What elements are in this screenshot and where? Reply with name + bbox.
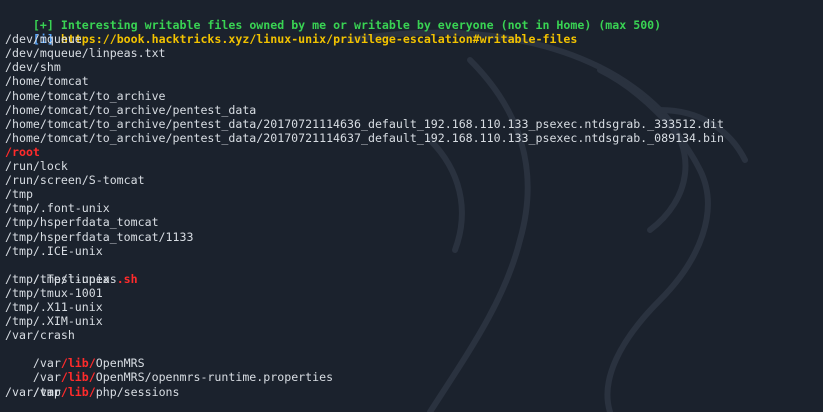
path-line: /run/screen/S-tomcat [5, 173, 145, 188]
path-line: /tmp/linpeas.sh [5, 258, 823, 286]
path-line: /dev/shm [5, 60, 61, 75]
path-line: /var/crash [5, 328, 75, 343]
path-line: /var/lib/php/sessions [5, 370, 823, 399]
path-line: /tmp [5, 187, 33, 202]
path-line: /tmp/tmux-1001 [5, 285, 103, 300]
path-line: /home/tomcat/to_archive [5, 88, 166, 103]
path-line: /tmp/.ICE-unix [5, 243, 103, 258]
path-line: /home/tomcat/to_archive/pentest_data/201… [5, 130, 724, 145]
terminal-window[interactable]: [+] Interesting writable files owned by … [0, 0, 823, 412]
path-line: /var/tmp [5, 384, 61, 399]
path-line: /tmp/.Test-unix [5, 271, 110, 286]
path-line: /tmp/hsperfdata_tomcat [5, 215, 159, 230]
path-line: /home/tomcat/to_archive/pentest_data [5, 102, 257, 117]
path-line: /home/tomcat/to_archive/pentest_data/201… [5, 116, 724, 131]
path-line: /tmp/.XIM-unix [5, 314, 103, 329]
path-line: /run/lock [5, 159, 68, 174]
path-line: /dev/mqueue [5, 32, 82, 47]
path-line: /var/lib/OpenMRS/openmrs-runtime.propert… [5, 356, 823, 384]
header-line-section: [+] Interesting writable files owned by … [5, 4, 823, 32]
path-line-highlighted: /root [5, 144, 40, 159]
path-line: /dev/mqueue/linpeas.txt [5, 46, 166, 61]
path-line: /tmp/.font-unix [5, 201, 110, 216]
path-line: /tmp/.X11-unix [5, 299, 103, 314]
path-line: /tmp/hsperfdata_tomcat/1133 [5, 229, 194, 244]
path-line: /home/tomcat [5, 74, 89, 89]
path-line: /var/lib/OpenMRS [5, 342, 823, 370]
header-line-info: [i] https://book.hacktricks.xyz/linux-un… [5, 18, 823, 46]
